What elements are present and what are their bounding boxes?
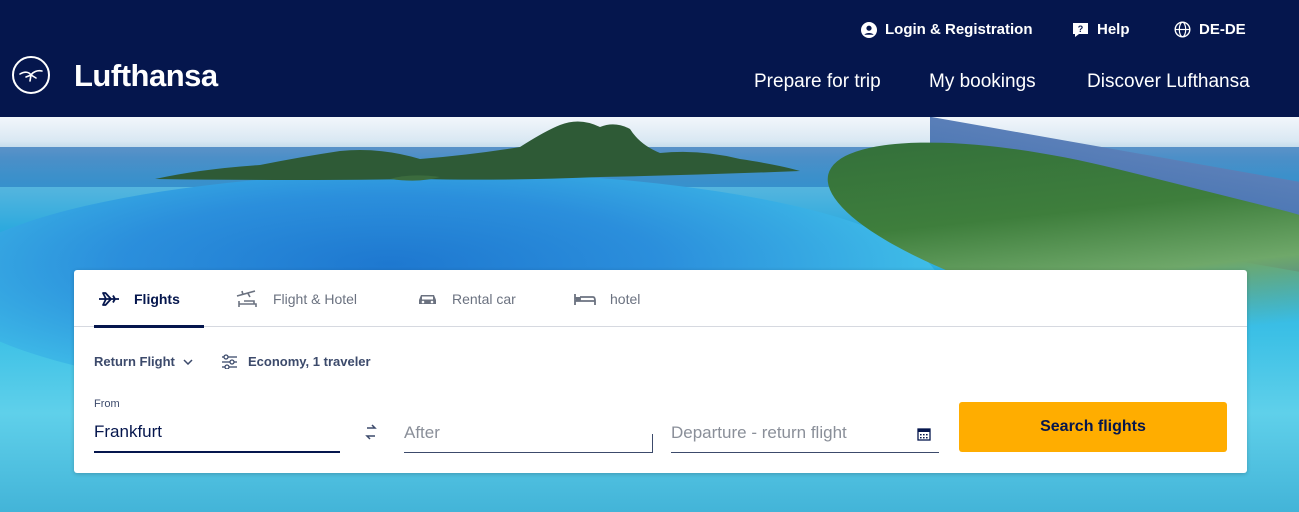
site-header: Lufthansa Login & Registration ? Help DE… (0, 0, 1299, 117)
login-label: Login & Registration (885, 21, 1033, 38)
login-registration-link[interactable]: Login & Registration (861, 21, 1033, 38)
date-range-placeholder: Departure - return flight (671, 422, 847, 442)
help-icon: ? (1073, 22, 1088, 37)
user-icon (861, 21, 877, 38)
trip-type-dropdown[interactable]: Return Flight (94, 354, 193, 369)
tab-flights-label: Flights (134, 290, 180, 307)
flight-search-widget: Flights Flight & Hotel Rental car hotel (74, 270, 1247, 473)
from-label: From (94, 398, 120, 410)
to-input[interactable]: After (404, 413, 653, 453)
brand-wordmark[interactable]: Lufthansa (74, 58, 218, 94)
tab-hotel-label: hotel (610, 290, 641, 307)
tab-hotel[interactable]: hotel (574, 270, 640, 327)
calendar-icon (917, 428, 931, 441)
date-range-input[interactable]: Departure - return flight (671, 413, 939, 453)
cabin-passengers-value: Economy, 1 traveler (248, 354, 371, 369)
tab-flight-hotel-label: Flight & Hotel (273, 290, 358, 307)
help-label: Help (1097, 21, 1130, 38)
nav-prepare-for-trip[interactable]: Prepare for trip (754, 71, 881, 93)
bed-icon (574, 294, 596, 305)
swap-direction-icon[interactable] (364, 424, 378, 440)
car-icon (419, 294, 436, 304)
tab-flights[interactable]: Flights (94, 270, 204, 328)
sliders-icon (222, 354, 237, 369)
tab-rental-car-label: Rental car (452, 290, 516, 307)
cabin-passengers-selector[interactable]: Economy, 1 traveler (221, 354, 371, 369)
language-label: DE-DE (1199, 21, 1246, 38)
search-flights-button[interactable]: Search flights (959, 402, 1227, 452)
lufthansa-crane-logo-icon[interactable] (12, 56, 50, 94)
nav-discover-lufthansa[interactable]: Discover Lufthansa (1087, 71, 1250, 93)
svg-text:?: ? (1078, 24, 1084, 34)
chevron-down-icon (183, 358, 193, 365)
airplane-icon (99, 291, 119, 306)
tab-flight-hotel[interactable]: Flight & Hotel (235, 270, 357, 327)
trip-type-value: Return Flight (94, 354, 175, 369)
globe-icon (1174, 21, 1191, 38)
search-tabs: Flights Flight & Hotel Rental car hotel (74, 270, 1247, 328)
flight-hotel-icon (236, 289, 257, 307)
nav-my-bookings[interactable]: My bookings (929, 71, 1036, 93)
language-selector[interactable]: DE-DE (1174, 21, 1246, 38)
help-link[interactable]: ? Help (1072, 21, 1130, 38)
tab-rental-car[interactable]: Rental car (417, 270, 516, 327)
from-input[interactable]: Frankfurt (94, 413, 340, 453)
